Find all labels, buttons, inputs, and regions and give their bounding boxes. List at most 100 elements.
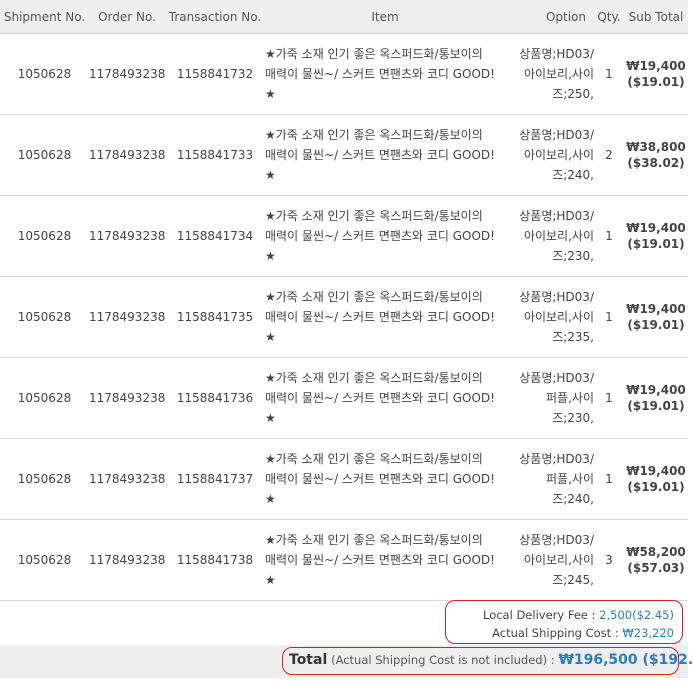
shipment-no: 1050628 — [0, 114, 89, 196]
item-line: ★ — [265, 168, 276, 182]
option-line: 상품명;HD03/ — [519, 47, 594, 61]
item-option: 상품명;HD03/아이보리,사이즈;230, — [505, 195, 594, 277]
option-line: 즈;240, — [552, 168, 594, 182]
option-line: 아이보리,사이 — [523, 148, 594, 162]
shipment-no: 1050628 — [0, 519, 89, 601]
option-line: 즈;230, — [552, 249, 594, 263]
column-header-item: Item — [265, 0, 505, 34]
option-line: 즈;235, — [552, 330, 594, 344]
transaction-no: 1158841733 — [165, 114, 265, 196]
shipment-no: 1050628 — [0, 438, 89, 520]
item-line: 매력이 물씬~/ 스커트 면팬츠와 코디 GOOD! — [265, 67, 495, 81]
quantity: 1 — [594, 357, 624, 439]
sub-total-usd: ($19.01) — [627, 318, 685, 332]
actual-shipping-cost-label: Actual Shipping Cost : — [492, 626, 619, 640]
item-option: 상품명;HD03/아이보리,사이즈;240, — [505, 114, 594, 196]
item-name: ★가죽 소재 인기 좋은 옥스퍼드화/통보이의매력이 물씬~/ 스커트 면팬츠와… — [265, 33, 505, 115]
item-name: ★가죽 소재 인기 좋은 옥스퍼드화/통보이의매력이 물씬~/ 스커트 면팬츠와… — [265, 195, 505, 277]
option-line: 상품명;HD03/ — [519, 533, 594, 547]
item-line: 매력이 물씬~/ 스커트 면팬츠와 코디 GOOD! — [265, 310, 495, 324]
table-row: 1050628 1178493238 1158841733 ★가죽 소재 인기 좋은 … — [0, 114, 688, 196]
item-name: ★가죽 소재 인기 좋은 옥스퍼드화/통보이의 매력이 물씬~/ 스커트 면팬츠와… — [265, 276, 505, 358]
quantity: 3 — [594, 519, 624, 601]
local-delivery-fee-value: 2,500($2.45) — [599, 608, 674, 622]
total-label: Total — [289, 652, 328, 668]
item-name: ★가죽 소재 인기 좋은 옥스퍼드화/통보이의매력이 물씬~/ 스커트 면팬츠와… — [265, 357, 505, 439]
item-line: 매력이 물씬~/ 스커트 면팬츠와 코디 GOOD! — [265, 229, 495, 243]
sub-total: ₩19,400 ($19.01) — [624, 276, 688, 358]
item-line: 매력이 물씬~/ 스커트 면팬츠와 코디 GOOD! — [265, 553, 495, 567]
item-name: ★가죽 소재 인기 좋은 옥스퍼드화/통보이의매력이 물씬~/ 스커트 면팬츠와… — [265, 438, 505, 520]
option-line: 상품명;HD03/ — [519, 128, 594, 142]
sub-total: ₩19,400 ($19.01) — [624, 357, 688, 439]
item-line: ★가죽 소재 인기 좋은 옥스퍼드화/통보이의 — [265, 371, 483, 385]
order-total: Total (Actual Shipping Cost is not inclu… — [282, 647, 693, 675]
option-line: 아이보리,사이 — [523, 67, 594, 81]
shipment-no: 1050628 — [0, 33, 89, 115]
column-header-qty: Qty. — [594, 0, 624, 34]
order-no: 1178493238 — [89, 357, 165, 439]
quantity: 1 — [594, 195, 624, 277]
transaction-no: 1158841738 — [165, 519, 265, 601]
quantity: 2 — [594, 114, 624, 196]
transaction-no: 1158841735 — [165, 276, 265, 358]
sub-total: ₩19,400 ($19.01) — [624, 33, 688, 115]
item-option: 상품명;HD03/아이보리,사이즈;250, — [505, 33, 594, 115]
sub-total: ₩19,400 ($19.01) — [624, 438, 688, 520]
item-line: 매력이 물씬~/ 스커트 면팬츠와 코디 GOOD! — [265, 148, 495, 162]
option-line: 즈;250, — [552, 87, 594, 101]
local-delivery-fee-label: Local Delivery Fee : — [482, 608, 596, 622]
option-line: 즈;245, — [552, 573, 594, 587]
option-line: 아이보리,사이 — [523, 553, 594, 567]
item-line: 매력이 물씬~/ 스커트 면팬츠와 코디 GOOD! — [265, 472, 495, 486]
sub-total: ₩38,800 ($38.02) — [624, 114, 688, 196]
item-line: ★가죽 소재 인기 좋은 옥스퍼드화/통보이의 — [265, 209, 483, 223]
transaction-no: 1158841737 — [165, 438, 265, 520]
sub-total-usd: ($19.01) — [627, 480, 685, 494]
item-option: 상품명;HD03/퍼플,사이 즈;230, — [505, 357, 594, 439]
column-header-order: Order No. — [89, 0, 165, 34]
sub-total-krw: ₩19,400 — [626, 383, 686, 397]
option-line: 상품명;HD03/ — [519, 209, 594, 223]
sub-total-usd: ($38.02) — [627, 156, 685, 170]
item-line: ★가죽 소재 인기 좋은 옥스퍼드화/통보이의 — [265, 452, 483, 466]
table-row: 1050628 1178493238 1158841732 ★가죽 소재 인기 좋은 … — [0, 33, 688, 115]
shipment-no: 1050628 — [0, 276, 89, 358]
sub-total-krw: ₩19,400 — [626, 59, 686, 73]
table-header-row: Shipment No. Order No. Transaction No. I… — [0, 0, 688, 34]
total-note: (Actual Shipping Cost is not included) : — [331, 653, 555, 667]
item-line: 매력이 물씬~/ 스커트 면팬츠와 코디 GOOD! — [265, 391, 495, 405]
item-option: 상품명;HD03/퍼플,사이 즈;240, — [505, 438, 594, 520]
item-name: ★가죽 소재 인기 좋은 옥스퍼드화/통보이의매력이 물씬~/ 스커트 면팬츠와… — [265, 519, 505, 601]
item-option: 상품명;HD03/아이보리,사이즈;235, — [505, 276, 594, 358]
item-line: ★가죽 소재 인기 좋은 옥스퍼드화/통보이의 — [265, 47, 483, 61]
sub-total-krw: ₩19,400 — [626, 302, 686, 316]
column-header-subtotal: Sub Total — [624, 0, 688, 34]
order-no: 1178493238 — [89, 114, 165, 196]
option-line: 퍼플,사이 — [546, 472, 594, 486]
sub-total-krw: ₩58,200 — [626, 545, 686, 559]
item-line: ★ — [265, 573, 276, 587]
item-line: ★ — [265, 249, 276, 263]
item-line: ★ — [265, 411, 276, 425]
sub-total-usd: ($57.03) — [627, 561, 685, 575]
fee-summary-box: Local Delivery Fee : 2,500($2.45) Actual… — [445, 600, 683, 658]
table-row: 1050628 1178493238 1158841735 ★가죽 소재 인기 좋은 … — [0, 276, 688, 358]
order-no: 1178493238 — [89, 33, 165, 115]
item-line: ★ — [265, 492, 276, 506]
option-line: 아이보리,사이 — [523, 229, 594, 243]
sub-total-krw: ₩38,800 — [626, 140, 686, 154]
sub-total: ₩19,400 ($19.01) — [624, 195, 688, 277]
local-delivery-fee: Local Delivery Fee : 2,500($2.45) — [446, 606, 674, 624]
table-row: 1050628 1178493238 1158841736 ★가죽 소재 인기 좋은 … — [0, 357, 688, 439]
option-line: 상품명;HD03/ — [519, 290, 594, 304]
item-line: ★가죽 소재 인기 좋은 옥스퍼드화/통보이의 — [265, 533, 483, 547]
option-line: 아이보리,사이 — [523, 310, 594, 324]
sub-total-krw: ₩19,400 — [626, 221, 686, 235]
column-header-option: Option — [505, 0, 594, 34]
sub-total-usd: ($19.01) — [627, 75, 685, 89]
total-amount: ₩196,500 ($192.54) — [558, 652, 693, 668]
transaction-no: 1158841734 — [165, 195, 265, 277]
order-no: 1178493238 — [89, 195, 165, 277]
shipment-no: 1050628 — [0, 357, 89, 439]
